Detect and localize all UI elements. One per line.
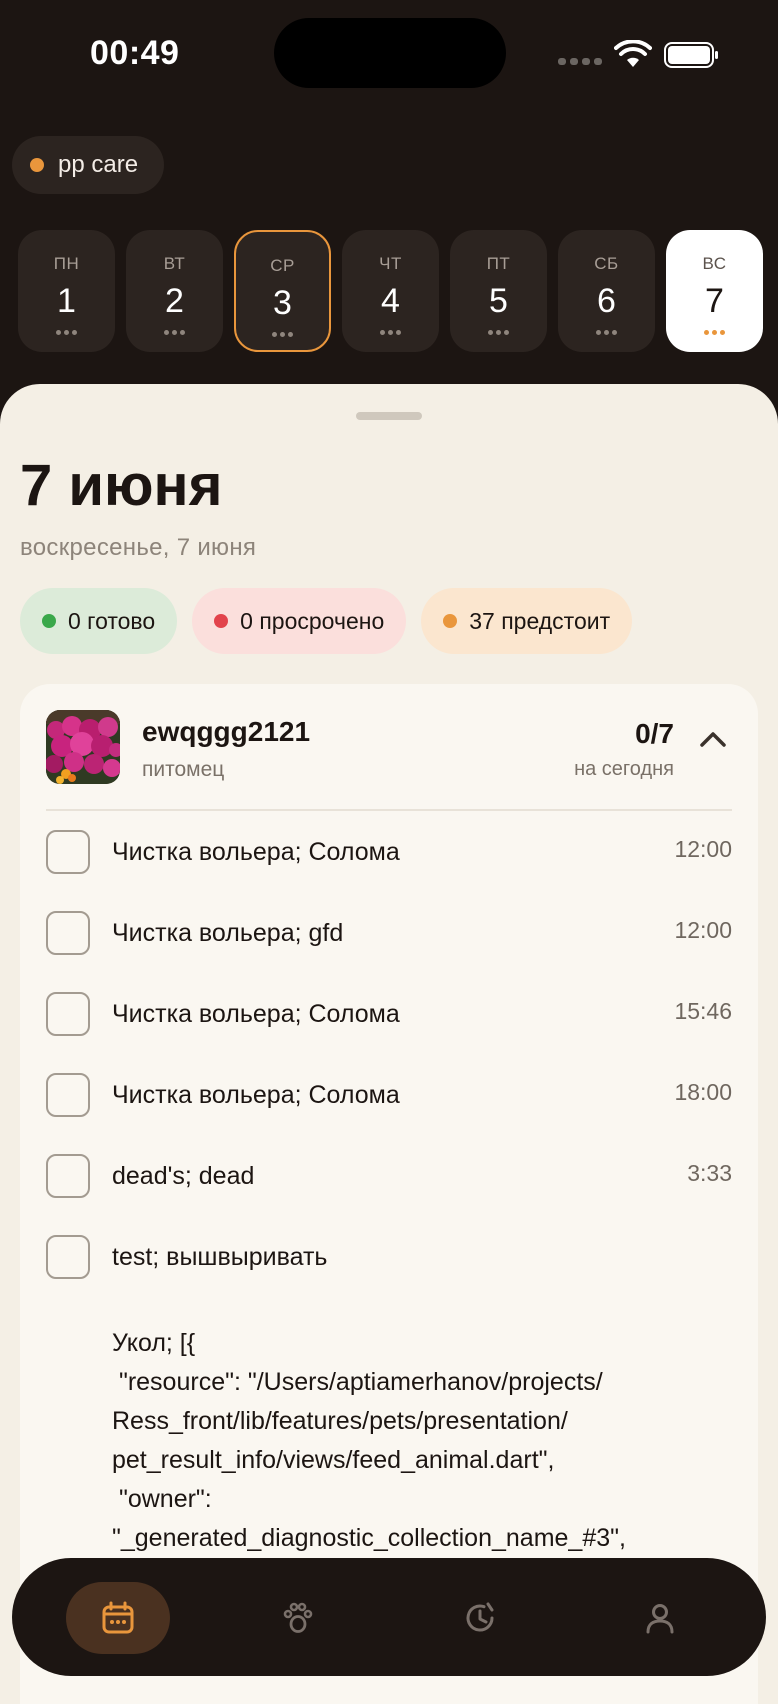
week-day-strip: ПН 1 ВТ 2 СР 3 ЧТ 4 ПТ 5 СБ 6 ВС 7 — [18, 230, 763, 352]
day-name: СБ — [594, 254, 619, 273]
wifi-icon — [614, 40, 652, 67]
day-dots — [596, 330, 617, 335]
task-checkbox[interactable] — [46, 830, 90, 874]
sheet-drag-handle[interactable] — [356, 412, 422, 420]
upcoming-dot — [443, 614, 458, 628]
day-date: 2 — [165, 282, 184, 320]
done-dot — [42, 614, 56, 628]
pet-type: питомец — [142, 758, 225, 781]
pet-name: ewqggg2121 — [142, 716, 311, 747]
task-label: Чистка вольера; Солома — [112, 838, 400, 866]
day-name: ВТ — [163, 254, 186, 273]
nav-profile[interactable] — [608, 1582, 712, 1654]
bottom-nav — [12, 1558, 766, 1676]
nav-calendar[interactable] — [66, 1582, 170, 1654]
task-checkbox[interactable] — [46, 1154, 90, 1198]
status-time: 00:49 — [90, 34, 180, 72]
profile-icon — [646, 1604, 674, 1634]
stat-upcoming-label: 37 предстоит — [469, 607, 611, 634]
task-item[interactable]: test; вышвыривать — [46, 1227, 732, 1287]
battery-icon — [664, 42, 718, 68]
day-dots — [380, 330, 401, 335]
day-dots — [704, 330, 725, 335]
day-mon[interactable]: ПН 1 — [18, 230, 115, 352]
dynamic-island — [274, 18, 506, 88]
task-item[interactable]: dead's; dead 3:33 — [46, 1146, 732, 1206]
task-label: test; вышвыривать — [112, 1243, 328, 1271]
day-detail-sheet: 7 июня воскресенье, 7 июня 0 готово 0 пр… — [0, 384, 778, 1704]
page-subtitle: воскресенье, 7 июня — [20, 534, 257, 561]
app-selector-chip[interactable]: pp care — [12, 136, 165, 194]
day-date: 3 — [273, 284, 292, 322]
task-time: 18:00 — [674, 1079, 732, 1105]
status-dot — [30, 158, 44, 172]
task-checkbox[interactable] — [46, 1073, 90, 1117]
paw-icon — [283, 1602, 313, 1633]
day-name: СР — [270, 256, 295, 275]
task-time: 12:00 — [674, 917, 732, 943]
task-checkbox[interactable] — [46, 992, 90, 1036]
nav-history[interactable] — [428, 1582, 532, 1654]
app-chip-label: pp care — [58, 151, 139, 178]
history-icon — [466, 1602, 494, 1632]
task-checkbox[interactable] — [46, 911, 90, 955]
task-label: dead's; dead — [112, 1162, 255, 1190]
nav-pets[interactable] — [246, 1582, 350, 1654]
day-date: 4 — [381, 282, 400, 320]
day-dots — [164, 330, 185, 335]
task-item[interactable]: Чистка вольера; gfd 12:00 — [46, 903, 732, 963]
chevron-up-icon[interactable] — [698, 728, 728, 750]
day-date: 5 — [489, 282, 508, 320]
day-fri[interactable]: ПТ 5 — [450, 230, 547, 352]
pet-task-count-label: на сегодня — [574, 758, 674, 780]
day-date: 6 — [597, 282, 616, 320]
overdue-dot — [214, 614, 229, 628]
stat-upcoming-chip[interactable]: 37 предстоит — [421, 588, 633, 654]
task-label: Чистка вольера; Солома — [112, 1081, 400, 1109]
calendar-icon — [102, 1601, 134, 1634]
task-time: 12:00 — [674, 836, 732, 862]
stat-done-chip[interactable]: 0 готово — [20, 588, 178, 654]
status-bar: 00:49 — [0, 0, 778, 110]
day-thu[interactable]: ЧТ 4 — [342, 230, 439, 352]
stat-overdue-chip[interactable]: 0 просрочено — [192, 588, 407, 654]
day-dots — [56, 330, 77, 335]
stats-row: 0 готово 0 просрочено 37 предстоит — [20, 588, 633, 654]
divider — [46, 809, 732, 811]
task-item[interactable]: Чистка вольера; Солома 15:46 — [46, 984, 732, 1044]
day-date: 1 — [57, 282, 76, 320]
day-dots — [272, 332, 293, 337]
day-wed[interactable]: СР 3 — [234, 230, 331, 352]
day-date: 7 — [705, 282, 724, 320]
pet-avatar[interactable] — [46, 710, 120, 784]
task-time: 15:46 — [674, 998, 732, 1024]
day-sat[interactable]: СБ 6 — [558, 230, 655, 352]
cellular-signal-icon — [558, 58, 602, 65]
task-checkbox[interactable] — [46, 1235, 90, 1279]
task-time: 3:33 — [687, 1160, 732, 1186]
flowers-photo — [46, 710, 120, 784]
stat-done-label: 0 готово — [68, 607, 156, 634]
task-item[interactable]: Чистка вольера; Солома 18:00 — [46, 1065, 732, 1125]
day-name: ВС — [702, 254, 727, 273]
task-item[interactable]: Чистка вольера; Солома 12:00 — [46, 822, 732, 882]
day-dots — [488, 330, 509, 335]
task-label: Чистка вольера; Солома — [112, 1000, 400, 1028]
day-tue[interactable]: ВТ 2 — [126, 230, 223, 352]
pet-task-count: 0/7 — [635, 718, 674, 749]
day-name: ЧТ — [379, 254, 402, 273]
page-title: 7 июня — [20, 453, 223, 518]
task-label: Чистка вольера; gfd — [112, 919, 344, 947]
day-sun[interactable]: ВС 7 — [666, 230, 763, 352]
stat-overdue-label: 0 просрочено — [240, 607, 385, 634]
pet-card: ewqggg2121 питомец 0/7 на сегодня Чистка… — [20, 684, 758, 1704]
day-name: ПТ — [486, 254, 511, 273]
day-name: ПН — [53, 254, 80, 273]
